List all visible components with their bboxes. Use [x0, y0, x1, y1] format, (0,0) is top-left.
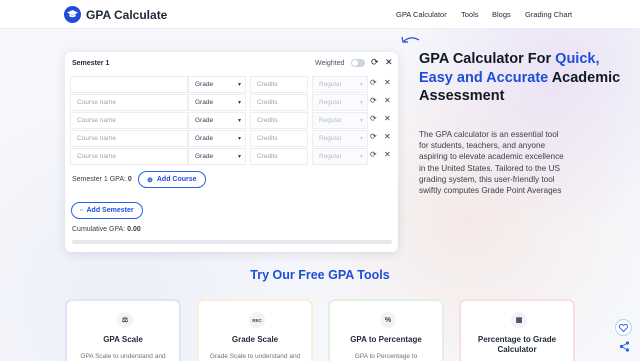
tool-desc: GPA Scale to understand and	[80, 353, 166, 360]
calculator-icon: ▦	[511, 312, 527, 328]
credits-input[interactable]: Credits	[250, 94, 308, 111]
course-row: Course name Grade ▾ Credits Regular ▾ ⟳ ✕	[70, 130, 400, 147]
percent-icon: %	[380, 312, 396, 328]
site-header: GPA Calculate GPA Calculator Tools Blogs…	[0, 0, 640, 29]
credits-input[interactable]: Credits	[250, 130, 308, 147]
chevron-down-icon: ▾	[359, 136, 363, 142]
semester-gpa-value: 0	[127, 176, 132, 183]
credits-input[interactable]: Credits	[250, 112, 308, 129]
nav-gpa-calculator[interactable]: GPA Calculator	[396, 10, 447, 19]
nav-grading-chart[interactable]: Grading Chart	[525, 10, 572, 19]
cumulative-gpa-label: Cumulative GPA:	[72, 226, 126, 233]
course-type-select[interactable]: Regular ▾	[312, 112, 368, 129]
course-row: Course name Grade ▾ Credits Regular ▾ ⟳ ✕	[70, 148, 400, 165]
delete-row-icon[interactable]: ✕	[384, 150, 391, 159]
delete-row-icon[interactable]: ✕	[384, 96, 391, 105]
credits-field[interactable]: Credits	[250, 76, 308, 93]
chevron-down-icon: ▾	[237, 118, 241, 124]
tools-section-title: Try Our Free GPA Tools	[250, 268, 390, 282]
course-name-input[interactable]: Course name	[70, 112, 188, 129]
chevron-down-icon: ▾	[359, 118, 363, 124]
chevron-down-icon: ▾	[237, 154, 241, 160]
add-course-icon: ⊕	[147, 176, 153, 184]
weighted-toggle[interactable]	[351, 59, 365, 67]
weighted-label: Weighted	[315, 60, 345, 67]
course-header-cell	[70, 76, 188, 93]
nav-blogs[interactable]: Blogs	[492, 10, 511, 19]
chevron-down-icon: ▾	[359, 100, 363, 106]
logo[interactable]: GPA Calculate	[64, 6, 167, 23]
course-name-input[interactable]: Course name	[70, 148, 188, 165]
nav-tools[interactable]: Tools	[461, 10, 479, 19]
share-icon[interactable]	[617, 339, 631, 353]
credits-input[interactable]: Credits	[250, 148, 308, 165]
hero-description: The GPA calculator is an essential tool …	[419, 130, 564, 196]
table-header-row: Grade ▾ Credits Regular ▾ ⟳ ✕	[70, 76, 400, 93]
chevron-down-icon: ▾	[359, 82, 363, 88]
reset-row-icon[interactable]: ⟳	[370, 150, 377, 159]
chevron-down-icon: ▾	[237, 82, 241, 88]
scale-icon: ⚖	[117, 312, 133, 328]
curved-arrow-icon	[401, 36, 420, 43]
tool-desc: Grade Scale to understand and	[209, 353, 301, 360]
reset-row-icon[interactable]: ⟳	[370, 132, 377, 141]
chevron-down-icon: ▾	[237, 136, 241, 142]
grade-select[interactable]: Grade ▾	[188, 76, 246, 93]
course-type-select[interactable]: Regular ▾	[312, 76, 368, 93]
delete-row-icon[interactable]: ✕	[384, 78, 391, 87]
cumulative-gpa-value: 0.00	[127, 226, 141, 233]
reset-icon[interactable]: ⟳	[371, 57, 379, 68]
heart-icon[interactable]	[615, 319, 632, 336]
grade-select[interactable]: Grade ▾	[188, 130, 246, 147]
tool-name: Grade Scale	[231, 335, 279, 344]
chevron-down-icon: ▾	[237, 100, 241, 106]
reset-row-icon[interactable]: ⟳	[370, 96, 377, 105]
chevron-down-icon: ▾	[359, 154, 363, 160]
grade-select[interactable]: Grade ▾	[188, 112, 246, 129]
add-course-button[interactable]: ⊕ Add Course	[138, 171, 206, 188]
horizontal-scrollbar[interactable]	[72, 240, 392, 244]
grade-select[interactable]: Grade ▾	[188, 94, 246, 111]
tool-card-gpa-to-percentage[interactable]: % GPA to Percentage GPA to Percentage to	[328, 299, 444, 361]
course-type-select[interactable]: Regular ▾	[312, 130, 368, 147]
graduation-cap-icon	[64, 6, 81, 23]
course-row: Course name Grade ▾ Credits Regular ▾ ⟳ ✕	[70, 94, 400, 111]
tool-name: GPA Scale	[103, 335, 143, 344]
tool-desc: GPA to Percentage to	[354, 353, 418, 360]
reset-row-icon[interactable]: ⟳	[370, 114, 377, 123]
grade-icon: REC	[249, 312, 265, 328]
reset-row-icon[interactable]: ⟳	[370, 78, 377, 87]
delete-row-icon[interactable]: ✕	[384, 132, 391, 141]
cumulative-gpa: Cumulative GPA: 0.00	[72, 226, 141, 233]
tool-name: GPA to Percentage	[350, 335, 422, 344]
logo-text: GPA Calculate	[86, 7, 168, 22]
semester-gpa-label: Semester 1 GPA:	[72, 176, 126, 183]
hero-title: GPA Calculator For Quick, Easy and Accur…	[419, 51, 621, 104]
tool-card-grade-scale[interactable]: REC Grade Scale Grade Scale to understan…	[197, 299, 313, 361]
semester-title: Semester 1	[72, 60, 110, 67]
close-icon[interactable]: ✕	[385, 57, 393, 68]
course-name-input[interactable]: Course name	[70, 94, 188, 111]
tool-card-percentage-to-grade[interactable]: ▦ Percentage to Grade Calculator	[459, 299, 575, 361]
grade-select[interactable]: Grade ▾	[188, 148, 246, 165]
add-semester-icon: ▫	[80, 207, 83, 214]
delete-row-icon[interactable]: ✕	[384, 114, 391, 123]
add-semester-button[interactable]: ▫ Add Semester	[71, 202, 143, 219]
course-type-select[interactable]: Regular ▾	[312, 94, 368, 111]
tool-card-gpa-scale[interactable]: ⚖ GPA Scale GPA Scale to understand and	[65, 299, 181, 361]
semester-gpa: Semester 1 GPA: 0	[72, 176, 132, 183]
course-type-select[interactable]: Regular ▾	[312, 148, 368, 165]
tool-name: Percentage to Grade Calculator	[477, 335, 557, 354]
course-row: Course name Grade ▾ Credits Regular ▾ ⟳ ✕	[70, 112, 400, 129]
gpa-calculator-card: Semester 1 Weighted ⟳ ✕ Grade ▾ Credits R…	[65, 52, 398, 252]
course-name-input[interactable]: Course name	[70, 130, 188, 147]
